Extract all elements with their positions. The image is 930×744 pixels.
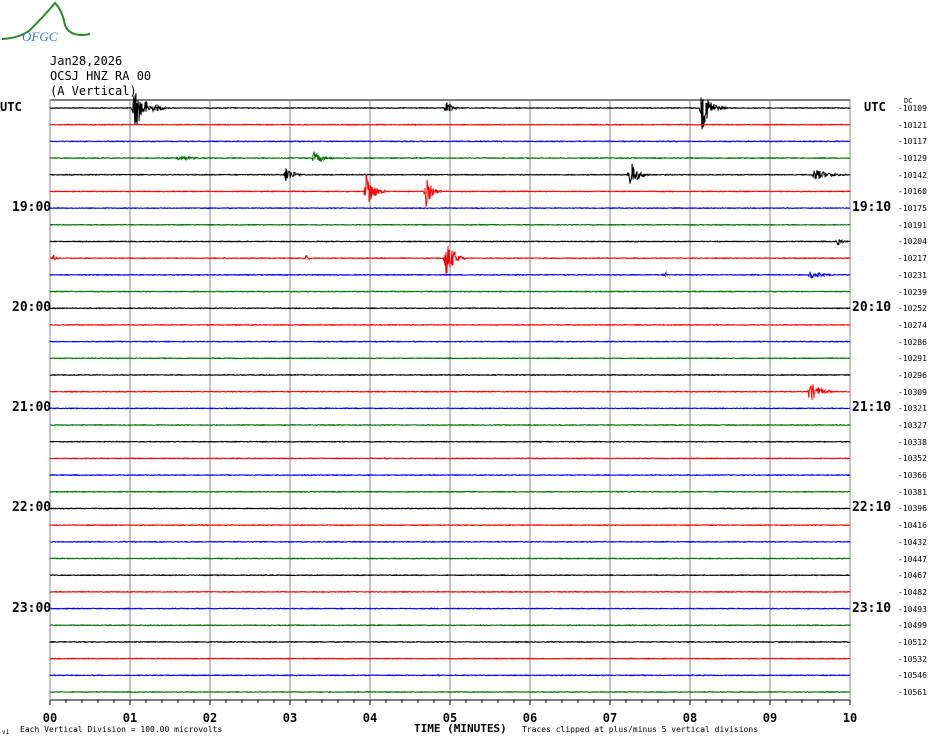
trace-33 xyxy=(49,657,851,660)
dc-offset-label: -10231 xyxy=(898,270,927,280)
dc-offset-label: -10291 xyxy=(898,354,927,364)
dc-offset-label: -10175 xyxy=(898,204,927,214)
x-tick-label: 06 xyxy=(523,711,537,725)
trace-18 xyxy=(49,407,851,410)
x-tick-label: 02 xyxy=(203,711,217,725)
dc-offset-label: -10239 xyxy=(898,287,927,297)
trace-16 xyxy=(49,373,851,377)
x-axis-label: TIME (MINUTES) xyxy=(414,722,507,735)
left-time-label: 21:00 xyxy=(12,400,52,416)
trace-26 xyxy=(49,540,851,544)
dc-offset-label: -10532 xyxy=(898,654,927,664)
trace-12 xyxy=(49,306,851,310)
trace-30 xyxy=(49,607,851,610)
helicorder: OFGC Jan28,2026 OCSJ HNZ RA 00 (A Vertic… xyxy=(0,0,930,744)
x-tick-label: 00 xyxy=(43,711,57,725)
dc-offset-label: -10286 xyxy=(898,337,927,347)
dc-offset-label: -10381 xyxy=(898,487,927,497)
left-time-label: 22:00 xyxy=(12,500,52,516)
dc-offset-label: -10447 xyxy=(898,554,927,564)
trace-34 xyxy=(49,674,851,677)
dc-offset-label: -10252 xyxy=(898,304,927,314)
right-time-label: 19:10 xyxy=(852,200,892,216)
trace-13 xyxy=(49,323,851,327)
dc-offset-label: -10432 xyxy=(898,537,927,547)
dc-offset-label: -10352 xyxy=(898,454,927,464)
trace-23 xyxy=(49,490,851,494)
x-tick-label: 08 xyxy=(683,711,697,725)
dc-offset-label: -10191 xyxy=(898,220,927,230)
x-tick-label: 10 xyxy=(843,711,857,725)
trace-14 xyxy=(49,340,851,343)
x-tick-label: 01 xyxy=(123,711,137,725)
dc-offset-label: -10338 xyxy=(898,437,927,447)
trace-35 xyxy=(49,690,851,694)
dc-offset-label: -10366 xyxy=(898,471,927,481)
dc-offset-label: -10117 xyxy=(898,137,927,147)
trace-7 xyxy=(49,223,851,226)
trace-28 xyxy=(49,574,851,577)
dc-offset-label: -10204 xyxy=(898,237,927,247)
dc-offset-label: -10217 xyxy=(898,254,927,264)
dc-offset-label: -10416 xyxy=(898,521,927,531)
seismogram-plot: 00 01 02 03 04 05 06 07 08 09 10 xyxy=(43,93,857,725)
trace-22 xyxy=(49,473,850,477)
left-time-label: 23:00 xyxy=(12,600,52,616)
trace-19 xyxy=(49,423,851,427)
trace-6 xyxy=(49,206,851,210)
left-time-label: 19:00 xyxy=(12,200,52,216)
trace-20 xyxy=(49,440,851,444)
dc-offset-label: -10396 xyxy=(898,504,927,514)
dc-offset-label: -10274 xyxy=(898,320,927,330)
trace-2 xyxy=(49,140,851,143)
dc-offset-label: -10160 xyxy=(898,187,927,197)
dc-offset-label: -10546 xyxy=(898,671,927,681)
dc-offset-label: -10499 xyxy=(898,621,927,631)
trace-27 xyxy=(49,557,851,560)
dc-offset-label: -10309 xyxy=(898,387,927,397)
dc-offset-label: -10142 xyxy=(898,170,927,180)
trace-11 xyxy=(49,290,851,293)
x-tick-label: 03 xyxy=(283,711,297,725)
trace-25 xyxy=(49,523,851,527)
dc-offset-label: -10512 xyxy=(898,637,927,647)
scale-note: Each Vertical Division = 100.00 microvol… xyxy=(20,725,223,734)
dc-offset-label: -10321 xyxy=(898,404,927,414)
trace-21 xyxy=(49,457,850,460)
right-time-label: 21:10 xyxy=(852,400,892,416)
x-tick-label: 09 xyxy=(763,711,777,725)
dc-offset-label: -10561 xyxy=(898,688,927,697)
dc-offset-label: -10109 xyxy=(898,104,927,113)
trace-24 xyxy=(49,507,851,510)
right-time-label: 23:10 xyxy=(852,600,892,616)
trace-29 xyxy=(49,590,851,594)
trace-31 xyxy=(49,623,851,627)
x-tick-label: 04 xyxy=(363,711,377,725)
right-time-label: 20:10 xyxy=(852,300,892,316)
trace-15 xyxy=(49,356,851,360)
clip-note: Traces clipped at plus/minus 5 vertical … xyxy=(522,725,759,734)
version-mark: v1 xyxy=(2,729,10,736)
left-time-label: 20:00 xyxy=(12,300,52,316)
dc-offset-label: -10327 xyxy=(898,421,927,431)
x-tick-label: 07 xyxy=(603,711,617,725)
right-time-label: 22:10 xyxy=(852,500,892,516)
dc-offset-label: -10493 xyxy=(898,604,927,614)
dc-offset-label: -10296 xyxy=(898,370,927,380)
dc-offset-label: -10467 xyxy=(898,571,927,581)
trace-1 xyxy=(49,123,851,126)
dc-offset-label: -10121 xyxy=(898,120,927,130)
dc-offset-label: -10129 xyxy=(898,154,927,164)
dc-offset-label: -10482 xyxy=(898,587,927,597)
